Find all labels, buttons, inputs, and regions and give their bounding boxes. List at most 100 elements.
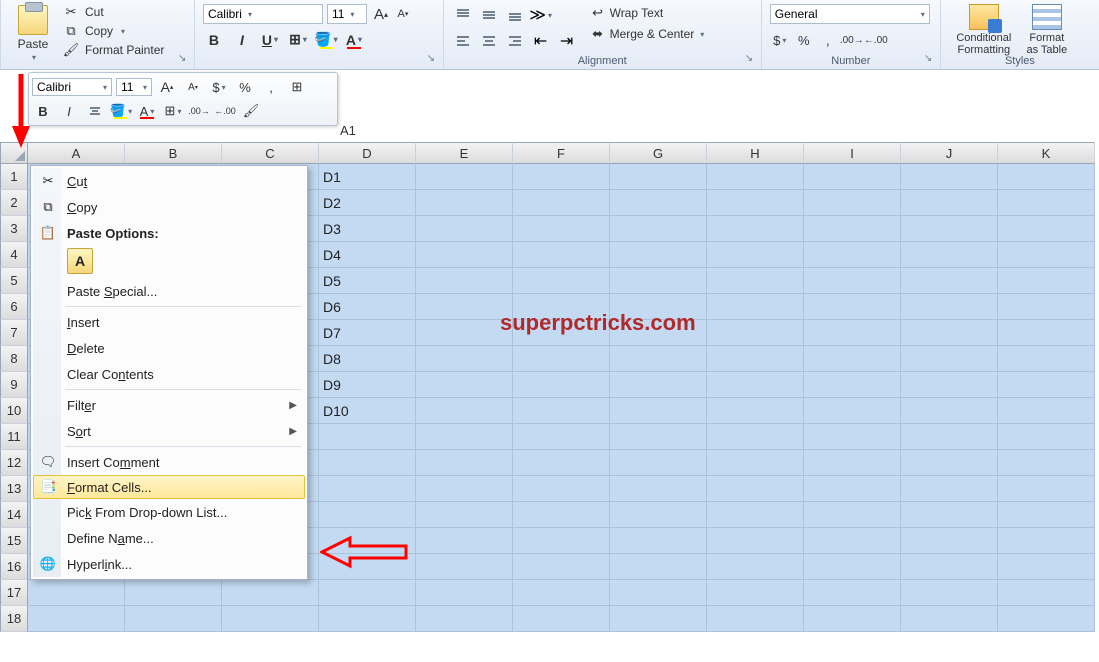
row-header-8[interactable]: 8 xyxy=(0,346,28,372)
name-box[interactable]: A1 xyxy=(340,120,356,140)
cell-F16[interactable] xyxy=(513,554,610,580)
column-header-B[interactable]: B xyxy=(125,142,222,164)
fill-color-button[interactable]: 🪣▾ xyxy=(315,29,337,51)
cell-J6[interactable] xyxy=(901,294,998,320)
ctx-pick-from-list[interactable]: Pick From Drop-down List... xyxy=(33,499,305,525)
cell-F1[interactable] xyxy=(513,164,610,190)
shrink-font-button[interactable]: A▾ xyxy=(393,4,413,24)
row-header-16[interactable]: 16 xyxy=(0,554,28,580)
borders-button[interactable]: ⊞▾ xyxy=(287,29,309,51)
cell-K14[interactable] xyxy=(998,502,1095,528)
cell-H16[interactable] xyxy=(707,554,804,580)
align-center-button[interactable] xyxy=(478,30,500,52)
row-header-12[interactable]: 12 xyxy=(0,450,28,476)
cell-K13[interactable] xyxy=(998,476,1095,502)
cell-J16[interactable] xyxy=(901,554,998,580)
mini-borders2-button[interactable]: ⊞▾ xyxy=(162,101,184,121)
wrap-text-button[interactable]: ↩Wrap Text xyxy=(590,4,705,22)
ctx-delete[interactable]: Delete xyxy=(33,335,305,361)
align-right-button[interactable] xyxy=(504,30,526,52)
row-header-13[interactable]: 13 xyxy=(0,476,28,502)
italic-button[interactable]: I xyxy=(231,29,253,51)
cell-G12[interactable] xyxy=(610,450,707,476)
cell-H15[interactable] xyxy=(707,528,804,554)
cell-H8[interactable] xyxy=(707,346,804,372)
row-header-9[interactable]: 9 xyxy=(0,372,28,398)
cell-G4[interactable] xyxy=(610,242,707,268)
cell-J4[interactable] xyxy=(901,242,998,268)
cell-K5[interactable] xyxy=(998,268,1095,294)
cell-C17[interactable] xyxy=(222,580,319,606)
cell-I13[interactable] xyxy=(804,476,901,502)
cell-F5[interactable] xyxy=(513,268,610,294)
ctx-define-name[interactable]: Define Name... xyxy=(33,525,305,551)
column-header-J[interactable]: J xyxy=(901,142,998,164)
cell-D2[interactable]: D2 xyxy=(319,190,416,216)
cell-H3[interactable] xyxy=(707,216,804,242)
cell-G17[interactable] xyxy=(610,580,707,606)
cell-I5[interactable] xyxy=(804,268,901,294)
cell-F9[interactable] xyxy=(513,372,610,398)
cell-H5[interactable] xyxy=(707,268,804,294)
cell-G2[interactable] xyxy=(610,190,707,216)
number-format-combo[interactable]: General ▾ xyxy=(770,4,930,24)
cell-J12[interactable] xyxy=(901,450,998,476)
paste-dropdown-icon[interactable]: ▾ xyxy=(32,53,36,62)
cell-K10[interactable] xyxy=(998,398,1095,424)
cell-B17[interactable] xyxy=(125,580,222,606)
cell-H11[interactable] xyxy=(707,424,804,450)
cell-J1[interactable] xyxy=(901,164,998,190)
cell-K3[interactable] xyxy=(998,216,1095,242)
cell-J2[interactable] xyxy=(901,190,998,216)
cell-J15[interactable] xyxy=(901,528,998,554)
cell-F17[interactable] xyxy=(513,580,610,606)
cell-E2[interactable] xyxy=(416,190,513,216)
row-header-15[interactable]: 15 xyxy=(0,528,28,554)
cell-K7[interactable] xyxy=(998,320,1095,346)
cell-J3[interactable] xyxy=(901,216,998,242)
grow-font-button[interactable]: A▴ xyxy=(371,4,391,24)
cell-F3[interactable] xyxy=(513,216,610,242)
cell-E13[interactable] xyxy=(416,476,513,502)
cell-F8[interactable] xyxy=(513,346,610,372)
mini-increase-decimal-button[interactable]: .00→ xyxy=(188,101,210,121)
row-header-4[interactable]: 4 xyxy=(0,242,28,268)
row-header-5[interactable]: 5 xyxy=(0,268,28,294)
align-bottom-button[interactable] xyxy=(504,4,526,26)
ctx-hyperlink[interactable]: 🌐 Hyperlink... xyxy=(33,551,305,577)
mini-font-color-button[interactable]: A▾ xyxy=(136,101,158,121)
mini-font-name-combo[interactable]: Calibri▾ xyxy=(32,78,112,96)
align-left-button[interactable] xyxy=(452,30,474,52)
cell-I11[interactable] xyxy=(804,424,901,450)
cell-K4[interactable] xyxy=(998,242,1095,268)
cell-G8[interactable] xyxy=(610,346,707,372)
row-header-6[interactable]: 6 xyxy=(0,294,28,320)
cell-G15[interactable] xyxy=(610,528,707,554)
accounting-button[interactable]: $▾ xyxy=(770,30,790,50)
cell-E9[interactable] xyxy=(416,372,513,398)
cell-F10[interactable] xyxy=(513,398,610,424)
cell-F2[interactable] xyxy=(513,190,610,216)
ctx-cut[interactable]: ✂ Cut xyxy=(33,168,305,194)
comma-button[interactable]: , xyxy=(818,30,838,50)
cell-D7[interactable]: D7 xyxy=(319,320,416,346)
row-header-1[interactable]: 1 xyxy=(0,164,28,190)
cell-C18[interactable] xyxy=(222,606,319,632)
cell-J17[interactable] xyxy=(901,580,998,606)
cell-D10[interactable]: D10 xyxy=(319,398,416,424)
cell-E17[interactable] xyxy=(416,580,513,606)
cell-D18[interactable] xyxy=(319,606,416,632)
cell-J14[interactable] xyxy=(901,502,998,528)
cell-E14[interactable] xyxy=(416,502,513,528)
cell-D8[interactable]: D8 xyxy=(319,346,416,372)
mini-grow-font-button[interactable]: A▴ xyxy=(156,77,178,97)
cell-E8[interactable] xyxy=(416,346,513,372)
cell-F11[interactable] xyxy=(513,424,610,450)
ctx-filter[interactable]: Filter ▶ xyxy=(33,392,305,418)
cell-E3[interactable] xyxy=(416,216,513,242)
cell-J18[interactable] xyxy=(901,606,998,632)
cell-G10[interactable] xyxy=(610,398,707,424)
orientation-button[interactable]: ≫▾ xyxy=(530,4,552,26)
cell-F14[interactable] xyxy=(513,502,610,528)
row-header-18[interactable]: 18 xyxy=(0,606,28,632)
